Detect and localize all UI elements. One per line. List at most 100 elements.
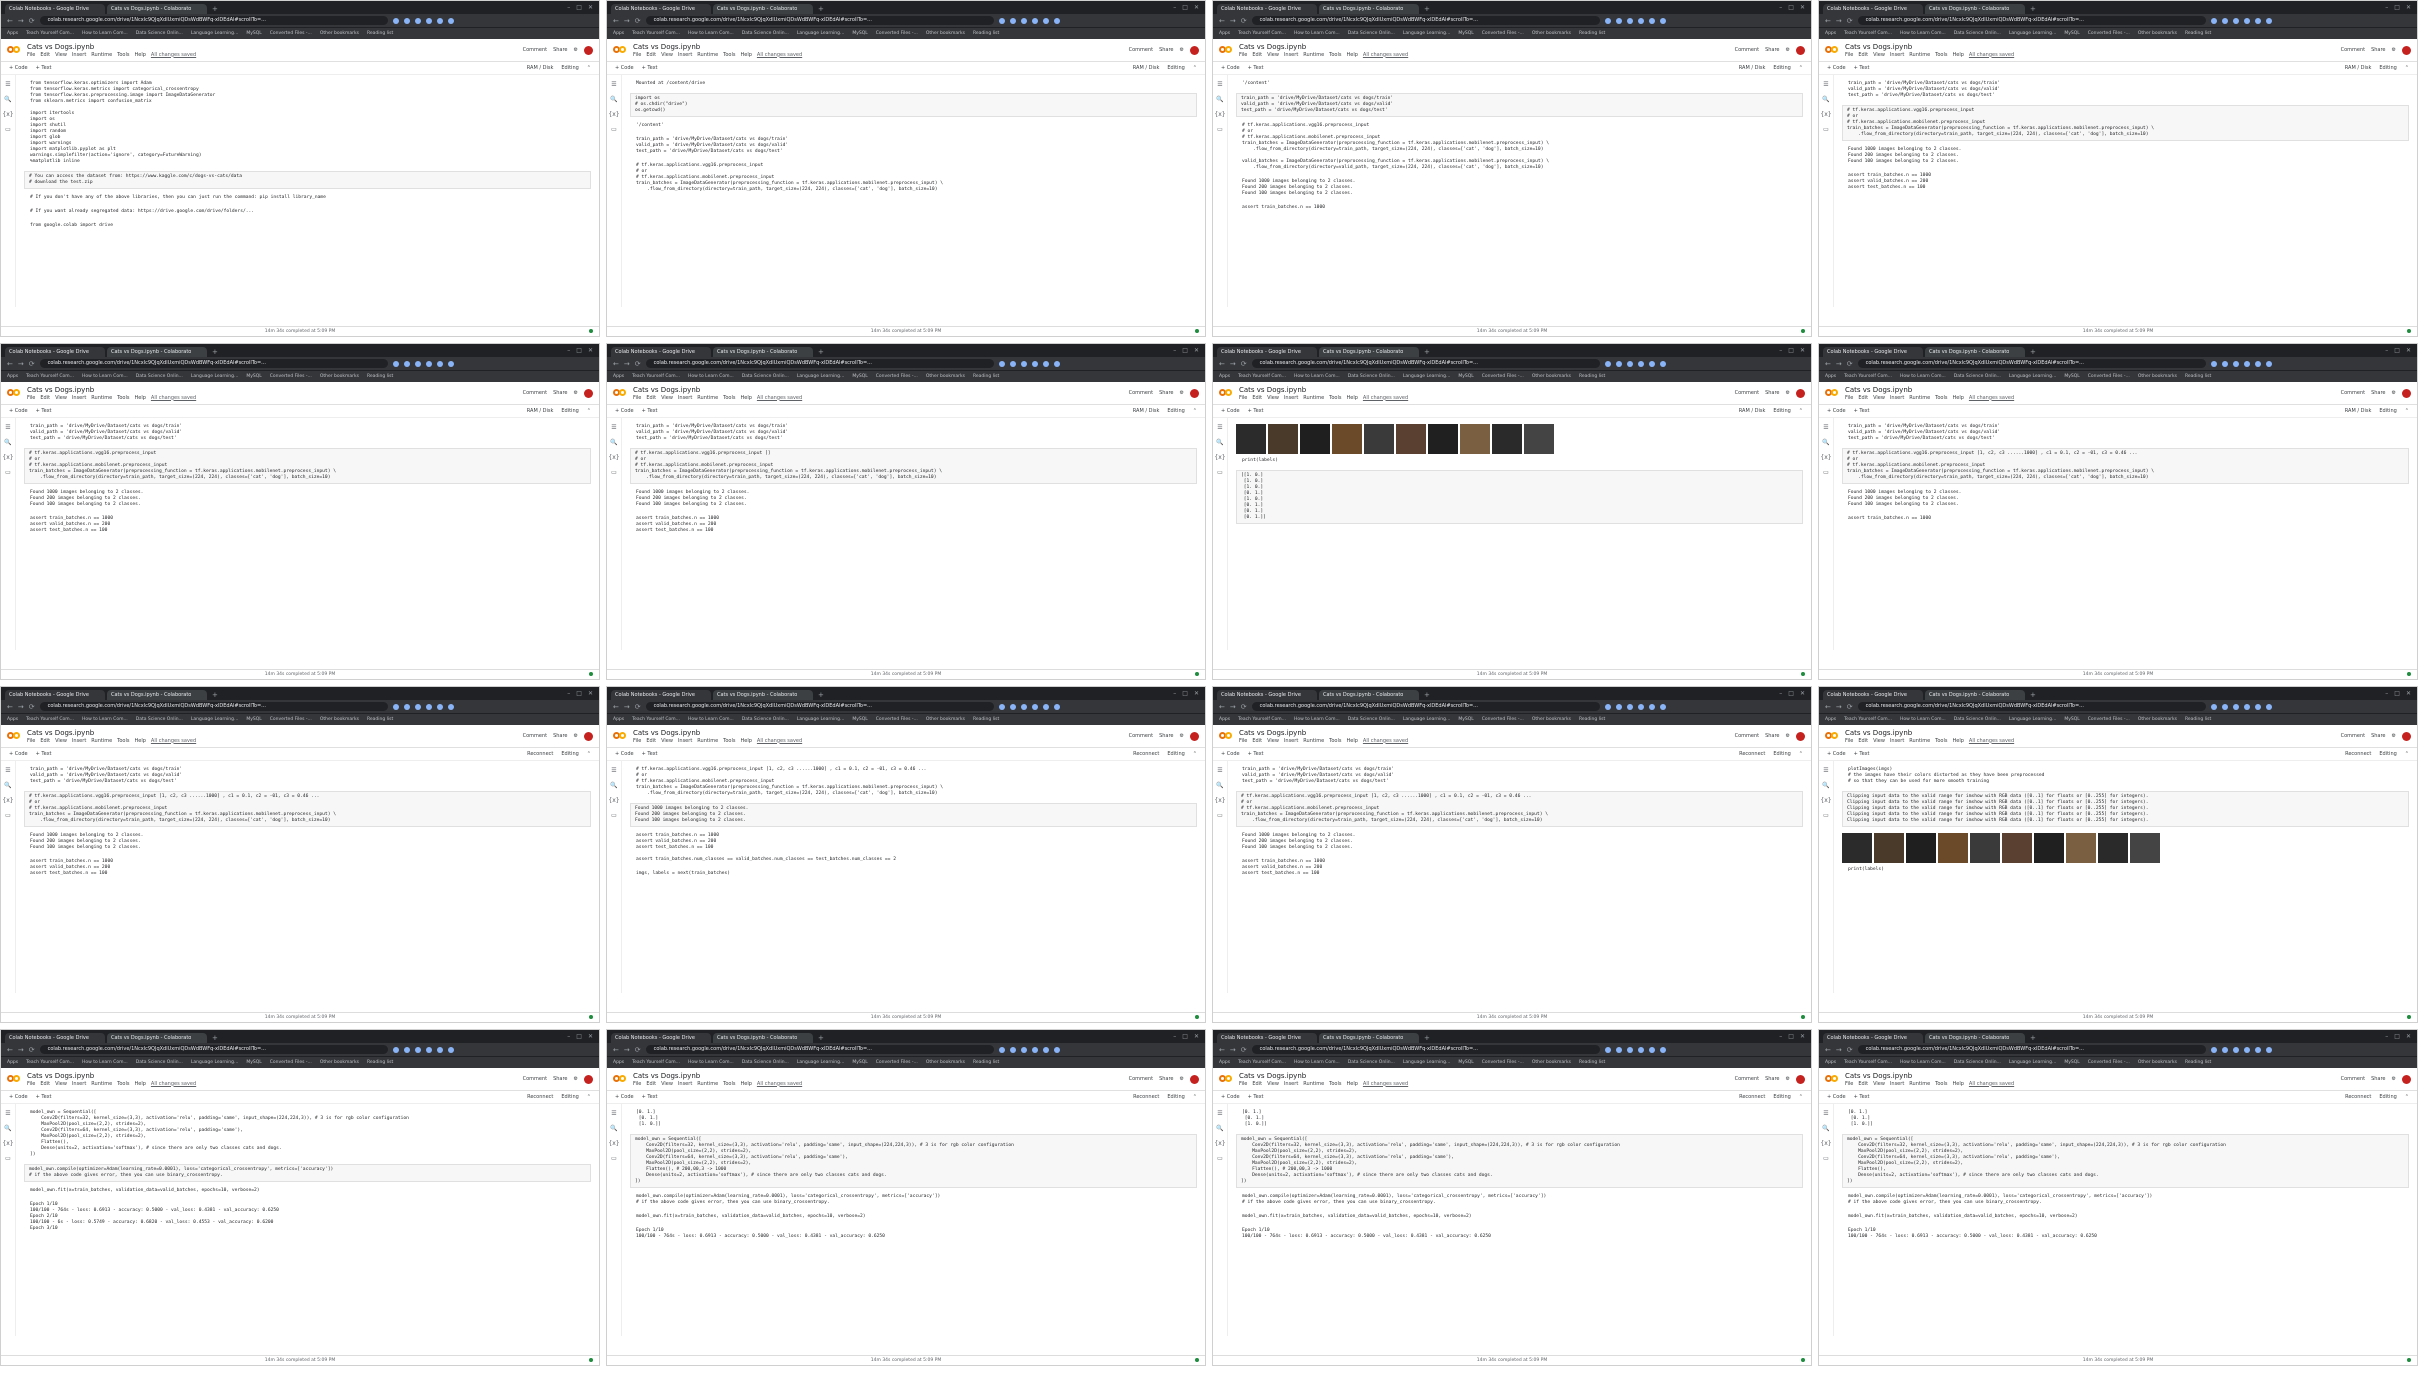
- menu-item[interactable]: Runtime: [91, 395, 112, 401]
- menu-item[interactable]: File: [1845, 395, 1853, 401]
- minimize-icon[interactable]: –: [567, 1031, 570, 1043]
- bookmark-item[interactable]: How to Learn Com...: [1900, 31, 1946, 36]
- back-icon[interactable]: ←: [1219, 360, 1225, 368]
- share-button[interactable]: Share: [553, 1076, 567, 1082]
- editing-button[interactable]: Editing: [1773, 408, 1790, 414]
- search-icon[interactable]: 🔍: [4, 96, 11, 103]
- code-cell[interactable]: '/content': [630, 121, 1197, 131]
- code-cell[interactable]: from google.colab import drive: [24, 221, 591, 231]
- editing-button[interactable]: Editing: [2379, 408, 2396, 414]
- menu-item[interactable]: Insert: [1284, 738, 1298, 744]
- forward-icon[interactable]: →: [1230, 1046, 1236, 1054]
- code-cell[interactable]: model_own = Sequential([ Conv2D(filters=…: [1236, 1134, 1803, 1188]
- menu-item[interactable]: Insert: [1284, 52, 1298, 58]
- bookmark-item[interactable]: MySQL: [1458, 1060, 1473, 1065]
- back-icon[interactable]: ←: [1825, 17, 1831, 25]
- toc-icon[interactable]: ☰: [1823, 1110, 1828, 1117]
- menu-item[interactable]: View: [661, 52, 673, 58]
- bookmark-item[interactable]: MySQL: [246, 1060, 261, 1065]
- menu-item[interactable]: View: [1873, 1081, 1885, 1087]
- extension-icon[interactable]: [2254, 703, 2261, 710]
- menu-item[interactable]: Help: [135, 738, 146, 744]
- add-text-button[interactable]: + Text: [642, 65, 658, 71]
- share-button[interactable]: Share: [2371, 47, 2385, 53]
- menu-item[interactable]: Runtime: [697, 1081, 718, 1087]
- ram-disk-indicator[interactable]: RAM / Disk: [1133, 408, 1160, 414]
- bookmark-item[interactable]: Language Learning...: [2009, 1060, 2056, 1065]
- add-text-button[interactable]: + Text: [1854, 408, 1870, 414]
- forward-icon[interactable]: →: [1836, 1046, 1842, 1054]
- notebook-title[interactable]: Cats vs Dogs.ipynb: [1845, 386, 2014, 394]
- colab-logo-icon[interactable]: [613, 731, 627, 741]
- menu-item[interactable]: Runtime: [1303, 395, 1324, 401]
- bookmark-item[interactable]: Converted Files -...: [876, 717, 918, 722]
- bookmark-item[interactable]: MySQL: [1458, 31, 1473, 36]
- search-icon[interactable]: 🔍: [1822, 1125, 1829, 1132]
- browser-tab-colab[interactable]: Cats vs Dogs.ipynb - Colaborato: [1319, 1033, 1419, 1043]
- menu-item[interactable]: Help: [135, 1081, 146, 1087]
- bookmark-item[interactable]: Other bookmarks: [320, 374, 359, 379]
- menu-item[interactable]: Tools: [117, 52, 129, 58]
- minimize-icon[interactable]: –: [1173, 2, 1176, 14]
- maximize-icon[interactable]: □: [576, 688, 582, 700]
- extension-icon[interactable]: [1604, 17, 1611, 24]
- browser-tab-drive[interactable]: Colab Notebooks - Google Drive: [5, 347, 105, 357]
- bookmark-item[interactable]: Apps: [1219, 374, 1230, 379]
- comment-button[interactable]: Comment: [1735, 390, 1760, 396]
- search-icon[interactable]: 🔍: [610, 1125, 617, 1132]
- new-tab-icon[interactable]: +: [212, 347, 218, 357]
- extension-icon[interactable]: [2210, 703, 2217, 710]
- bookmark-item[interactable]: MySQL: [852, 717, 867, 722]
- extension-icon[interactable]: [447, 703, 454, 710]
- bookmark-item[interactable]: Language Learning...: [1403, 374, 1450, 379]
- bookmark-item[interactable]: Converted Files -...: [1482, 1060, 1524, 1065]
- avatar[interactable]: [2402, 1074, 2411, 1084]
- reload-icon[interactable]: ⟳: [635, 17, 641, 25]
- bookmark-item[interactable]: How to Learn Com...: [1900, 1060, 1946, 1065]
- menu-item[interactable]: Insert: [678, 738, 692, 744]
- menu-item[interactable]: Runtime: [1909, 52, 1930, 58]
- share-button[interactable]: Share: [1765, 47, 1779, 53]
- minimize-icon[interactable]: –: [1779, 1031, 1782, 1043]
- close-icon[interactable]: ✕: [588, 2, 593, 14]
- menu-item[interactable]: Edit: [646, 738, 656, 744]
- extension-icon[interactable]: [1615, 17, 1622, 24]
- extension-icon[interactable]: [1604, 703, 1611, 710]
- gear-icon[interactable]: ⚙: [574, 1076, 578, 1082]
- menu-item[interactable]: Insert: [1890, 52, 1904, 58]
- comment-button[interactable]: Comment: [1735, 47, 1760, 53]
- colab-logo-icon[interactable]: [1219, 388, 1233, 398]
- extension-icon[interactable]: [1020, 17, 1027, 24]
- files-icon[interactable]: ▭: [1823, 126, 1829, 133]
- new-tab-icon[interactable]: +: [818, 347, 824, 357]
- back-icon[interactable]: ←: [613, 1046, 619, 1054]
- toc-icon[interactable]: ☰: [1217, 81, 1222, 88]
- code-cell[interactable]: plotImages(imgs) # the images have their…: [1842, 765, 2409, 787]
- save-status[interactable]: All changes saved: [757, 1081, 802, 1087]
- minimize-icon[interactable]: –: [1779, 2, 1782, 14]
- bookmark-item[interactable]: Data Science Onlin...: [742, 717, 789, 722]
- bookmark-item[interactable]: Teach Yourself Com...: [632, 717, 680, 722]
- bookmark-item[interactable]: Teach Yourself Com...: [632, 31, 680, 36]
- code-cell[interactable]: '/content': [1236, 79, 1803, 89]
- chevron-up-icon[interactable]: ⌃: [1799, 408, 1803, 414]
- colab-logo-icon[interactable]: [7, 388, 21, 398]
- avatar[interactable]: [2402, 731, 2411, 741]
- bookmark-item[interactable]: Teach Yourself Com...: [1844, 717, 1892, 722]
- bookmark-item[interactable]: Converted Files -...: [876, 1060, 918, 1065]
- back-icon[interactable]: ←: [7, 17, 13, 25]
- bookmark-item[interactable]: Data Science Onlin...: [1348, 31, 1395, 36]
- new-tab-icon[interactable]: +: [212, 4, 218, 14]
- gear-icon[interactable]: ⚙: [2392, 47, 2396, 53]
- variables-icon[interactable]: {x}: [2, 454, 13, 461]
- chevron-up-icon[interactable]: ⌃: [2405, 65, 2409, 71]
- close-icon[interactable]: ✕: [1800, 2, 1805, 14]
- code-cell[interactable]: Found 1000 images belonging to 2 classes…: [1236, 831, 1803, 853]
- close-icon[interactable]: ✕: [2406, 2, 2411, 14]
- bookmark-item[interactable]: Converted Files -...: [876, 374, 918, 379]
- colab-logo-icon[interactable]: [613, 45, 627, 55]
- back-icon[interactable]: ←: [1219, 1046, 1225, 1054]
- toc-icon[interactable]: ☰: [611, 767, 616, 774]
- bookmark-item[interactable]: Teach Yourself Com...: [26, 31, 74, 36]
- bookmark-item[interactable]: Reading list: [367, 374, 393, 379]
